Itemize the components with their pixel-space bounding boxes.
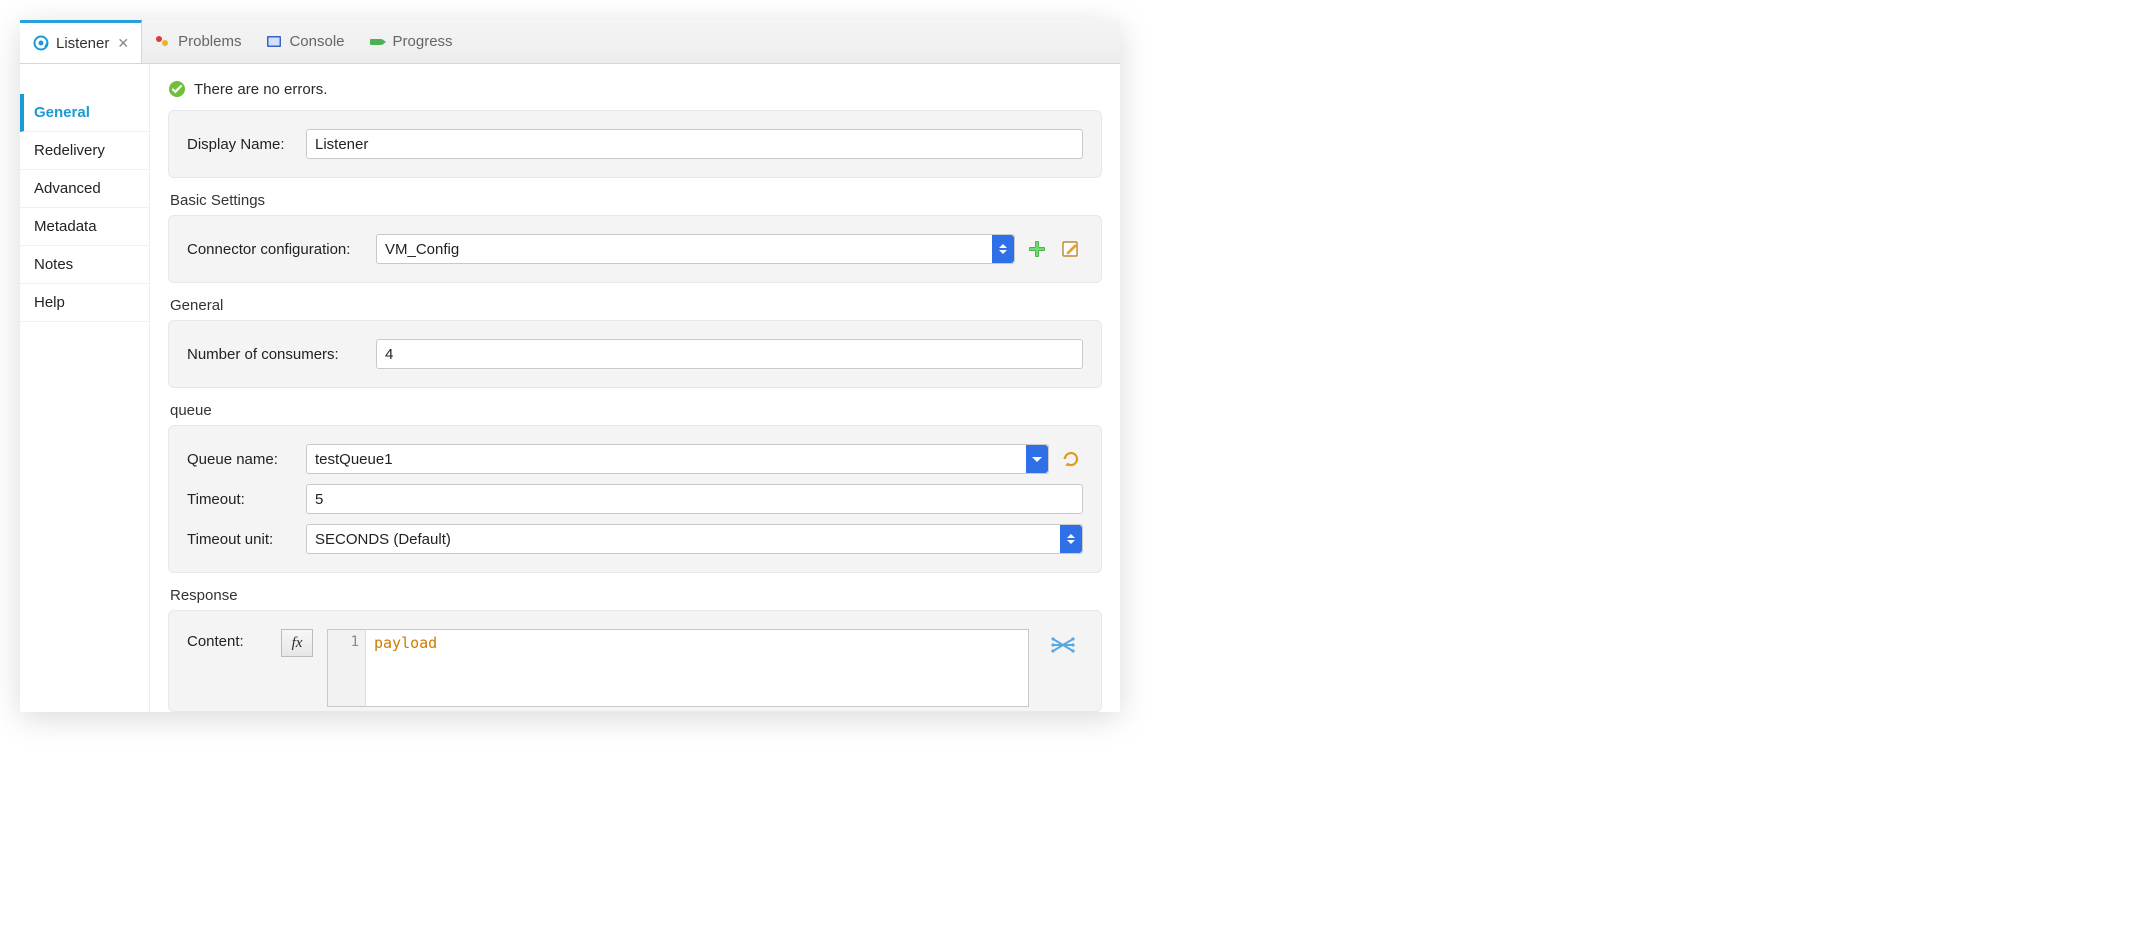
- tab-progress[interactable]: Progress: [357, 20, 465, 63]
- queue-name-label: Queue name:: [187, 451, 292, 468]
- fx-button[interactable]: fx: [281, 629, 313, 657]
- problems-icon: [154, 33, 172, 51]
- timeout-input[interactable]: [306, 484, 1083, 514]
- refresh-queue-button[interactable]: [1059, 447, 1083, 471]
- timeout-label: Timeout:: [187, 491, 292, 508]
- content-label: Content:: [187, 629, 267, 650]
- basic-settings-panel: Connector configuration:: [168, 215, 1102, 283]
- progress-icon: [369, 33, 387, 51]
- timeout-unit-label: Timeout unit:: [187, 531, 292, 548]
- sidenav-item-advanced[interactable]: Advanced: [20, 170, 149, 208]
- consumers-label: Number of consumers:: [187, 346, 362, 363]
- tab-progress-label: Progress: [393, 33, 453, 50]
- tab-console[interactable]: Console: [253, 20, 356, 63]
- body: General Redelivery Advanced Metadata Not…: [20, 64, 1120, 712]
- status-row: There are no errors.: [168, 80, 1102, 98]
- sidenav-item-notes[interactable]: Notes: [20, 246, 149, 284]
- editor-code[interactable]: payload: [366, 630, 445, 706]
- chevron-updown-icon[interactable]: [992, 235, 1014, 263]
- close-icon[interactable]: ✕: [117, 35, 129, 52]
- tab-console-label: Console: [289, 33, 344, 50]
- listener-icon: [32, 34, 50, 52]
- tab-strip: Listener ✕ Problems Console: [20, 20, 1120, 64]
- section-title-response: Response: [170, 587, 1100, 604]
- add-config-button[interactable]: [1025, 237, 1049, 261]
- timeout-unit-select[interactable]: [306, 524, 1083, 554]
- status-message: There are no errors.: [194, 81, 327, 98]
- tab-problems[interactable]: Problems: [142, 20, 253, 63]
- side-nav: General Redelivery Advanced Metadata Not…: [20, 64, 150, 712]
- editor-gutter: 1: [328, 630, 366, 706]
- response-panel: Content: fx 1 payload: [168, 610, 1102, 712]
- sidenav-item-redelivery[interactable]: Redelivery: [20, 132, 149, 170]
- section-title-general: General: [170, 297, 1100, 314]
- chevron-updown-icon[interactable]: [1060, 525, 1082, 553]
- connector-config-select[interactable]: [376, 234, 1015, 264]
- queue-name-input[interactable]: [306, 444, 1049, 474]
- sidenav-item-general[interactable]: General: [20, 94, 149, 132]
- display-name-panel: Display Name:: [168, 110, 1102, 178]
- queue-panel: Queue name:: [168, 425, 1102, 573]
- connector-config-value[interactable]: [376, 234, 1015, 264]
- content-area: There are no errors. Display Name: Basic…: [150, 64, 1120, 712]
- timeout-unit-value[interactable]: [306, 524, 1083, 554]
- edit-config-button[interactable]: [1059, 237, 1083, 261]
- tab-listener[interactable]: Listener ✕: [20, 20, 142, 63]
- content-editor[interactable]: 1 payload: [327, 629, 1029, 707]
- consumers-input[interactable]: [376, 339, 1083, 369]
- sidenav-item-help[interactable]: Help: [20, 284, 149, 322]
- status-ok-icon: [168, 80, 186, 98]
- console-icon: [265, 33, 283, 51]
- tab-problems-label: Problems: [178, 33, 241, 50]
- connector-config-label: Connector configuration:: [187, 241, 362, 258]
- display-name-label: Display Name:: [187, 136, 292, 153]
- dataweave-icon[interactable]: [1051, 633, 1075, 657]
- general-panel: Number of consumers:: [168, 320, 1102, 388]
- app-window: Listener ✕ Problems Console: [20, 20, 1120, 712]
- queue-name-combo[interactable]: [306, 444, 1049, 474]
- sidenav-item-metadata[interactable]: Metadata: [20, 208, 149, 246]
- tab-listener-label: Listener: [56, 35, 109, 52]
- chevron-down-icon[interactable]: [1026, 445, 1048, 473]
- section-title-queue: queue: [170, 402, 1100, 419]
- section-title-basic: Basic Settings: [170, 192, 1100, 209]
- display-name-input[interactable]: [306, 129, 1083, 159]
